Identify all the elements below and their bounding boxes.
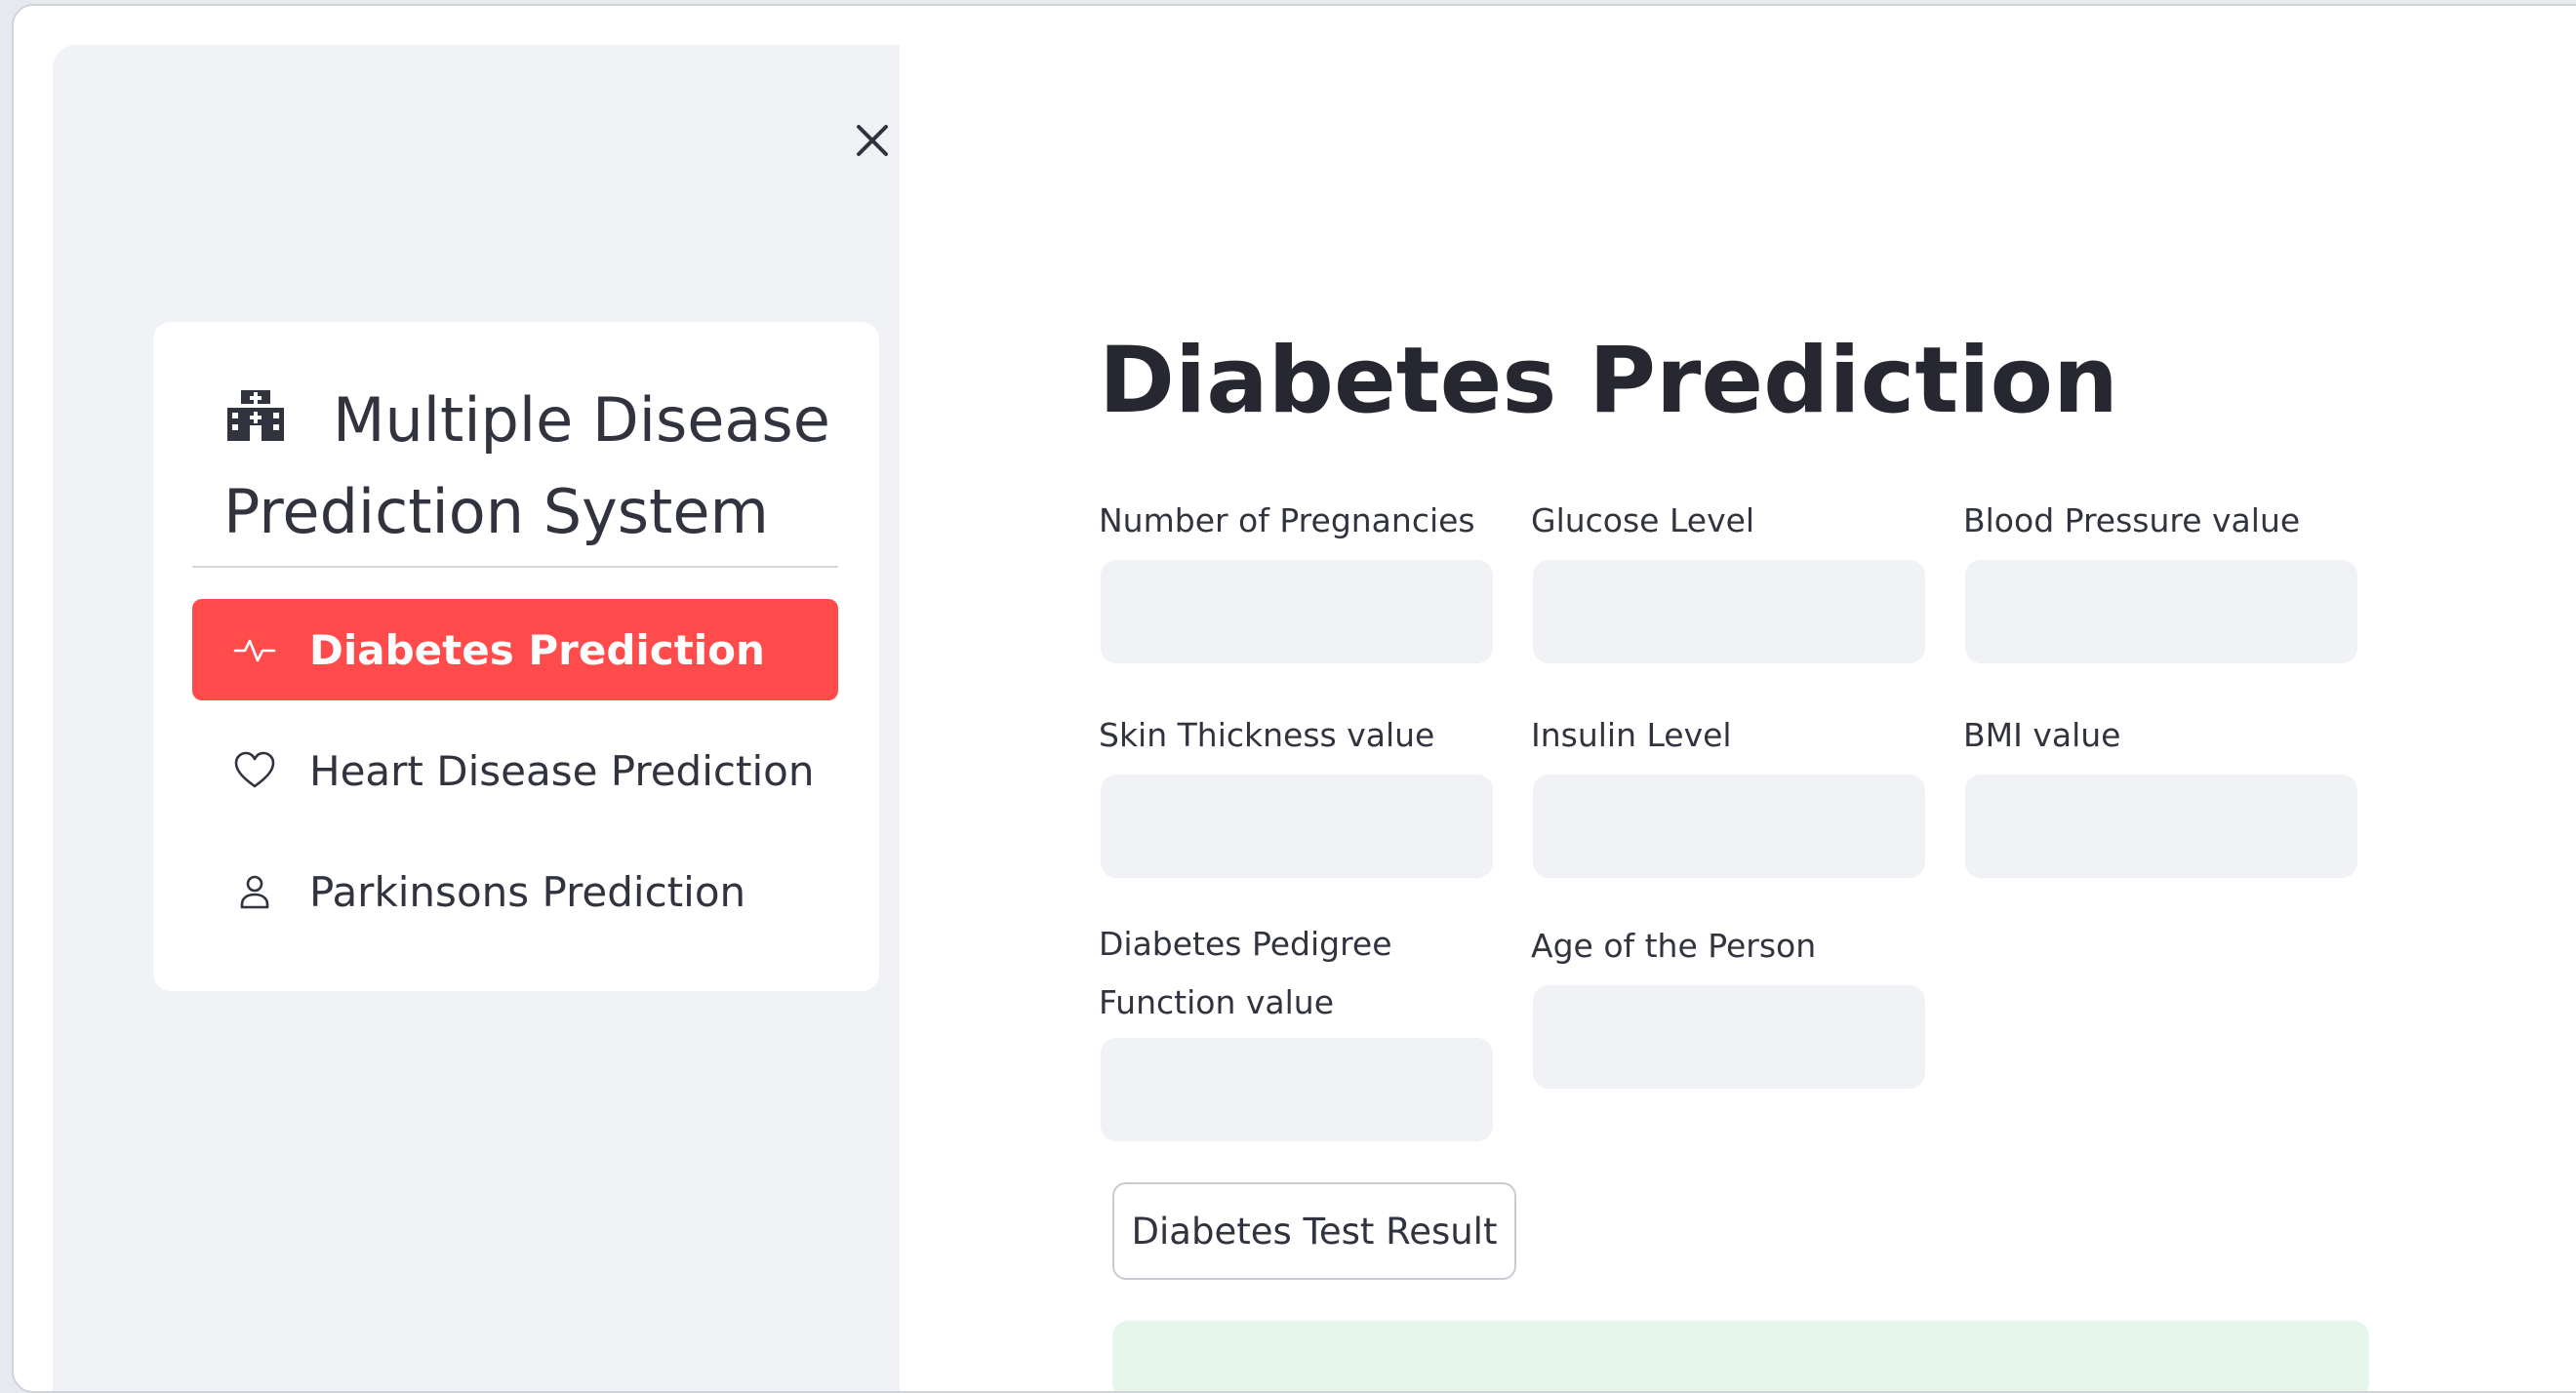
nav-item-diabetes[interactable]: Diabetes Prediction xyxy=(192,599,838,700)
pregnancies-input[interactable] xyxy=(1101,560,1493,663)
blood-pressure-label: Blood Pressure value xyxy=(1963,501,2301,539)
nav-item-label: Diabetes Prediction xyxy=(309,625,765,674)
blood-pressure-input[interactable] xyxy=(1965,560,2357,663)
menu-title-text: Multiple Disease Prediction System xyxy=(223,384,830,547)
bmi-input[interactable] xyxy=(1965,775,2357,878)
page-title: Diabetes Prediction xyxy=(1099,328,2118,434)
pedigree-label-line2: Function value xyxy=(1099,983,1334,1021)
glucose-input[interactable] xyxy=(1533,560,1925,663)
app-window: Multiple Disease Prediction System Diabe… xyxy=(12,4,2576,1393)
age-label: Age of the Person xyxy=(1531,927,1817,965)
heart-icon xyxy=(234,751,275,788)
glucose-label: Glucose Level xyxy=(1531,501,1755,539)
diabetes-test-result-button[interactable]: Diabetes Test Result xyxy=(1112,1182,1516,1280)
insulin-input[interactable] xyxy=(1533,775,1925,878)
pregnancies-label: Number of Pregnancies xyxy=(1099,501,1475,539)
hospital-icon xyxy=(223,378,288,443)
pedigree-input[interactable] xyxy=(1101,1038,1493,1141)
insulin-label: Insulin Level xyxy=(1531,716,1732,754)
nav-item-heart-disease[interactable]: Heart Disease Prediction xyxy=(192,720,838,821)
menu-divider xyxy=(192,566,838,568)
person-icon xyxy=(240,875,269,909)
sidebar: Multiple Disease Prediction System Diabe… xyxy=(53,45,900,1391)
nav-item-label: Heart Disease Prediction xyxy=(309,746,815,795)
age-input[interactable] xyxy=(1533,985,1925,1089)
pedigree-label-line1: Diabetes Pedigree xyxy=(1099,925,1392,963)
activity-icon xyxy=(233,639,276,662)
nav-item-label: Parkinsons Prediction xyxy=(309,867,746,916)
close-icon[interactable] xyxy=(853,121,892,160)
menu-title: Multiple Disease Prediction System xyxy=(153,375,879,558)
bmi-label: BMI value xyxy=(1963,716,2121,754)
option-menu: Multiple Disease Prediction System Diabe… xyxy=(153,322,879,991)
skin-thickness-input[interactable] xyxy=(1101,775,1493,878)
result-success-box xyxy=(1112,1321,2369,1391)
skin-thickness-label: Skin Thickness value xyxy=(1099,716,1435,754)
nav-item-parkinsons[interactable]: Parkinsons Prediction xyxy=(192,841,838,942)
